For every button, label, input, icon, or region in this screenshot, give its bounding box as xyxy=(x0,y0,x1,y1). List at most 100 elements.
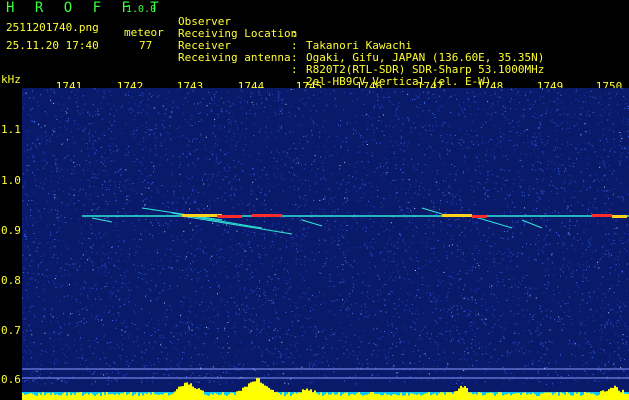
noise-pixel xyxy=(554,319,556,321)
noise-pixel xyxy=(179,185,181,187)
noise-pixel xyxy=(267,178,269,180)
noise-pixel xyxy=(504,107,506,109)
noise-pixel xyxy=(104,152,106,154)
noise-pixel xyxy=(473,190,475,192)
noise-pixel xyxy=(584,332,586,334)
noise-pixel xyxy=(180,182,182,184)
noise-pixel xyxy=(57,257,59,259)
noise-pixel xyxy=(273,289,275,291)
noise-pixel xyxy=(547,164,549,165)
noise-pixel xyxy=(450,137,452,139)
noise-pixel xyxy=(97,271,99,273)
noise-pixel xyxy=(464,331,466,333)
noise-pixel xyxy=(454,196,456,198)
noise-pixel xyxy=(111,160,113,162)
noise-pixel xyxy=(582,269,584,271)
noise-pixel xyxy=(494,243,495,245)
noise-pixel xyxy=(585,269,587,271)
noise-pixel xyxy=(541,142,543,144)
noise-pixel xyxy=(140,233,142,235)
noise-pixel xyxy=(121,322,123,324)
noise-pixel xyxy=(463,101,465,103)
noise-pixel xyxy=(52,241,53,243)
noise-pixel xyxy=(83,131,85,133)
noise-pixel xyxy=(464,227,466,229)
noise-pixel xyxy=(432,224,434,226)
noise-pixel xyxy=(120,107,122,109)
noise-pixel xyxy=(379,107,381,109)
noise-pixel xyxy=(155,219,157,221)
noise-pixel xyxy=(469,365,470,367)
noise-pixel xyxy=(532,316,534,318)
noise-pixel xyxy=(109,180,111,182)
noise-pixel xyxy=(305,270,307,272)
noise-pixel xyxy=(42,260,44,262)
noise-pixel xyxy=(129,247,130,249)
noise-pixel xyxy=(250,320,252,322)
noise-pixel xyxy=(323,374,325,376)
noise-pixel xyxy=(456,305,458,307)
noise-pixel xyxy=(506,300,507,301)
noise-pixel xyxy=(294,174,295,176)
noise-pixel xyxy=(370,376,372,378)
noise-pixel xyxy=(604,186,605,188)
noise-pixel xyxy=(102,245,104,247)
noise-pixel xyxy=(443,194,445,196)
noise-pixel xyxy=(231,123,233,125)
noise-pixel xyxy=(223,102,225,104)
noise-pixel xyxy=(380,338,381,340)
noise-pixel xyxy=(265,132,267,134)
noise-pixel xyxy=(199,133,201,135)
noise-pixel xyxy=(166,316,168,318)
noise-pixel xyxy=(619,357,621,359)
noise-pixel xyxy=(429,213,431,215)
noise-pixel xyxy=(299,355,301,357)
noise-pixel xyxy=(580,190,582,192)
noise-pixel xyxy=(368,342,370,344)
noise-pixel xyxy=(258,372,260,374)
noise-pixel xyxy=(90,247,92,249)
noise-pixel xyxy=(374,172,376,174)
noise-pixel xyxy=(532,106,534,108)
noise-pixel xyxy=(355,121,357,123)
noise-pixel xyxy=(440,317,442,319)
noise-pixel xyxy=(300,205,302,207)
noise-pixel xyxy=(196,280,198,282)
noise-pixel xyxy=(136,286,138,288)
noise-pixel xyxy=(529,104,531,106)
noise-pixel xyxy=(225,266,227,268)
noise-pixel xyxy=(588,292,590,294)
noise-pixel xyxy=(212,132,214,134)
noise-pixel xyxy=(43,299,45,301)
noise-pixel xyxy=(599,329,601,331)
noise-pixel xyxy=(37,138,39,140)
noise-pixel xyxy=(103,97,105,99)
noise-pixel xyxy=(464,156,466,158)
noise-pixel xyxy=(389,102,391,103)
noise-pixel xyxy=(475,170,477,172)
noise-pixel xyxy=(476,228,478,230)
noise-pixel xyxy=(322,162,324,164)
noise-pixel xyxy=(589,175,591,177)
noise-pixel xyxy=(76,89,78,91)
noise-pixel xyxy=(271,278,273,280)
noise-pixel xyxy=(353,260,355,262)
noise-pixel xyxy=(114,362,116,364)
noise-pixel xyxy=(344,197,345,199)
noise-pixel xyxy=(546,349,548,351)
noise-pixel xyxy=(261,355,263,357)
noise-pixel xyxy=(35,238,37,239)
noise-pixel xyxy=(443,271,445,273)
noise-pixel xyxy=(321,331,323,333)
noise-pixel xyxy=(55,296,57,298)
noise-pixel xyxy=(310,382,312,383)
noise-pixel xyxy=(446,322,448,324)
noise-pixel xyxy=(79,164,81,166)
noise-pixel xyxy=(527,99,529,101)
noise-pixel xyxy=(309,310,311,312)
noise-pixel xyxy=(64,126,65,128)
noise-pixel xyxy=(264,291,266,293)
noise-pixel xyxy=(114,172,116,174)
noise-pixel xyxy=(209,158,211,160)
noise-pixel xyxy=(463,141,465,143)
